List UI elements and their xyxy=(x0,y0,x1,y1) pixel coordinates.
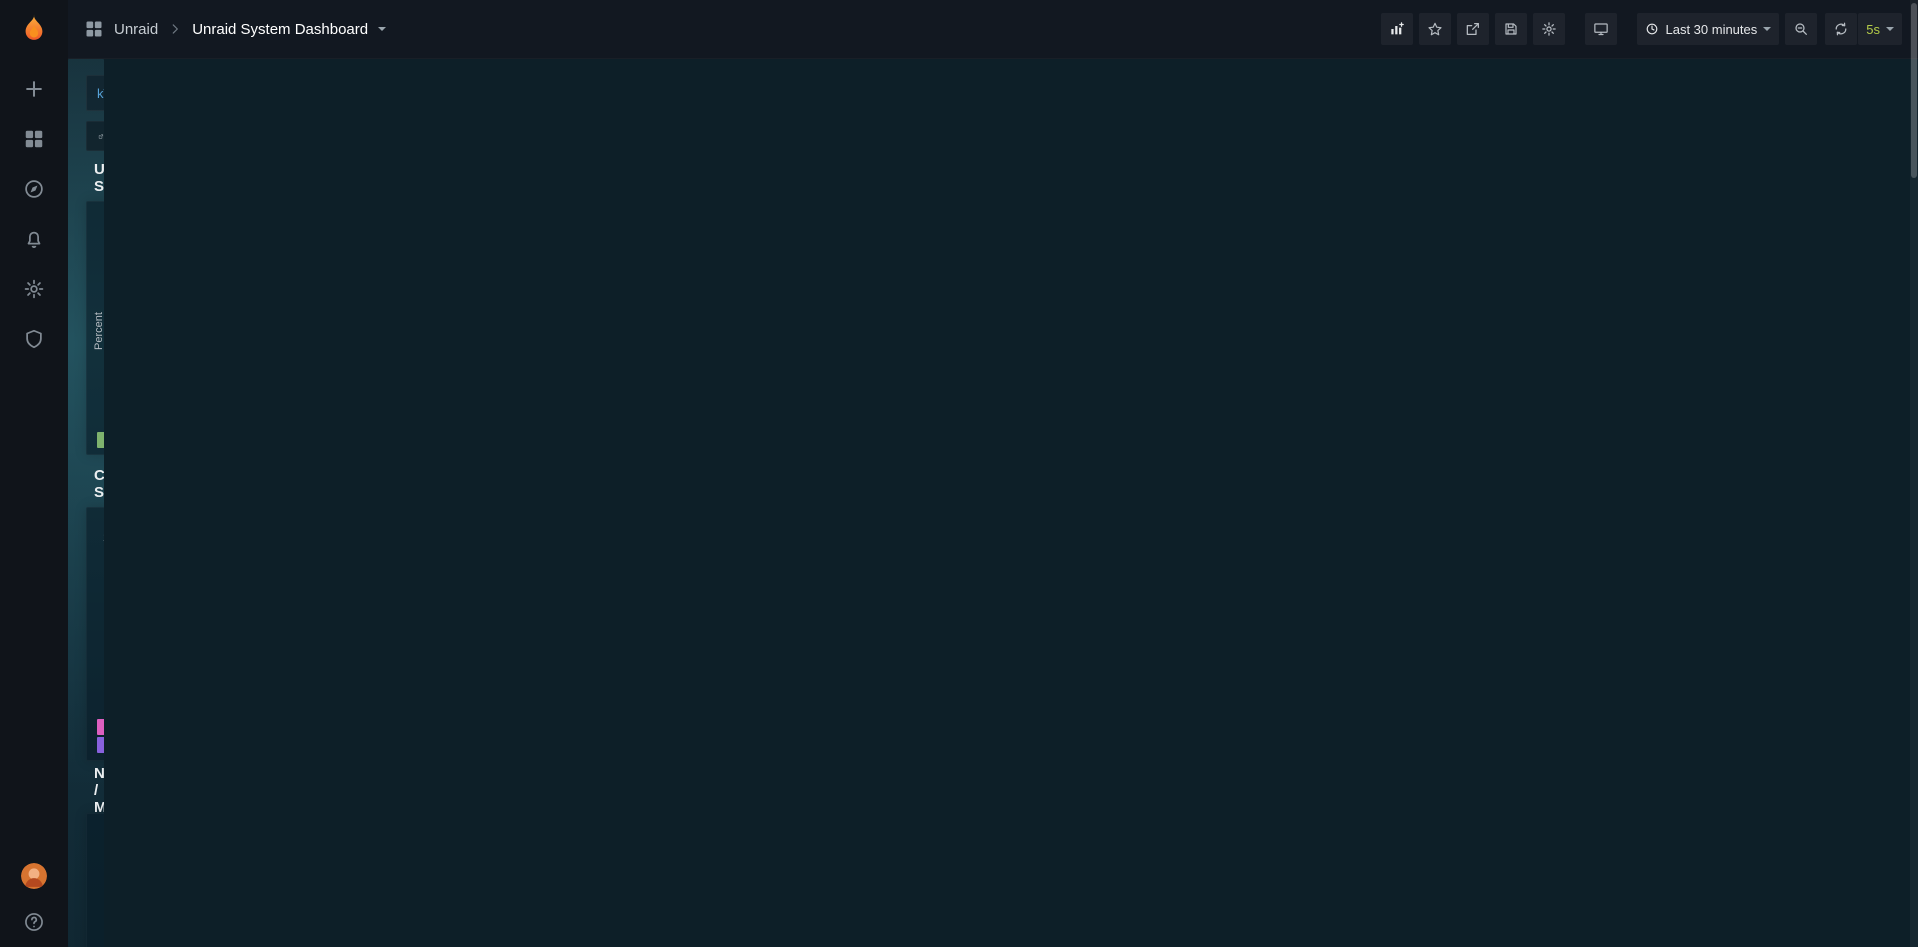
refresh-icon xyxy=(1833,21,1849,37)
variable-label: kWh Price xyxy=(97,86,104,101)
dashboard-canvas: kWh Price 0.65 Currency kr UPS Max Outpu… xyxy=(68,59,104,947)
refresh-interval-label: 5s xyxy=(1866,22,1880,37)
alerting-bell-icon[interactable] xyxy=(23,228,45,250)
add-panel-button[interactable] xyxy=(1381,13,1413,45)
section-title: UPS Stats xyxy=(94,161,104,195)
legend-series-color xyxy=(97,737,104,753)
scrollbar-thumb[interactable] xyxy=(1911,3,1917,178)
zoom-out-time-button[interactable] xyxy=(1785,13,1817,45)
sidebar xyxy=(0,0,68,947)
dashboard-grid-icon[interactable] xyxy=(84,19,104,39)
help-question-icon[interactable] xyxy=(23,911,45,933)
explore-compass-icon[interactable] xyxy=(23,178,45,200)
section-title: CPU Stats xyxy=(94,467,104,501)
caret-down-icon xyxy=(1886,27,1894,31)
create-plus-icon[interactable] xyxy=(23,78,45,100)
y-axis-ticks: 0%50%100% xyxy=(91,538,104,701)
refresh-button[interactable] xyxy=(1825,13,1857,45)
chart-legend: avgcurrentCore 620%30%Core 722%30% xyxy=(87,701,104,760)
user-avatar[interactable] xyxy=(21,863,47,889)
add-panel-icon xyxy=(1389,21,1405,37)
panel-network: Network Last 30 minutes 2.0 MBs4.0 MBs6.… xyxy=(86,813,104,947)
axis-tick-label: 100% xyxy=(103,532,104,544)
refresh-interval-picker[interactable]: 5s xyxy=(1858,13,1902,45)
gear-icon xyxy=(1541,21,1557,37)
top-navbar: Unraid Unraid System Dashboard Last 30 m… xyxy=(68,0,1918,59)
grafana-logo-icon[interactable] xyxy=(16,12,52,48)
dashboard-title[interactable]: Unraid System Dashboard xyxy=(192,21,368,38)
dashboards-icon[interactable] xyxy=(23,128,45,150)
breadcrumb: Unraid Unraid System Dashboard xyxy=(84,19,386,39)
y-axis-ticks: 2.0 MBs4.0 MBs6.0 MBs xyxy=(91,844,104,947)
time-range-label: Last 30 minutes xyxy=(1665,22,1757,37)
server-admin-shield-icon[interactable] xyxy=(23,328,45,350)
caret-down-icon xyxy=(1763,27,1771,31)
zoom-out-icon xyxy=(1793,21,1809,37)
configuration-gear-icon[interactable] xyxy=(23,278,45,300)
legend-series-color xyxy=(97,432,104,448)
panel-cpu1: CPU 1 Last 30 minutes 0%50%100% 19:5019:… xyxy=(86,507,104,761)
breadcrumb-folder[interactable]: Unraid xyxy=(114,21,158,38)
star-dashboard-button[interactable] xyxy=(1419,13,1451,45)
tv-mode-button[interactable] xyxy=(1585,13,1617,45)
dashboard-settings-button[interactable] xyxy=(1533,13,1565,45)
chevron-right-icon xyxy=(168,22,182,36)
legend-series-color xyxy=(97,719,104,735)
panel-ups-load: UPS Load % Last 12 hours Percent 15%20%2… xyxy=(86,201,104,455)
share-dashboard-button[interactable] xyxy=(1457,13,1489,45)
star-icon xyxy=(1427,21,1443,37)
y-axis-title: Percent xyxy=(91,232,104,430)
time-range-picker[interactable]: Last 30 minutes xyxy=(1637,13,1779,45)
monitor-icon xyxy=(1593,21,1609,37)
clock-icon xyxy=(1645,22,1659,36)
caret-down-icon[interactable] xyxy=(378,27,386,31)
save-dashboard-button[interactable] xyxy=(1495,13,1527,45)
variable-kwh-price[interactable]: kWh Price 0.65 xyxy=(86,75,104,111)
external-link-icon xyxy=(98,130,104,143)
save-icon xyxy=(1503,21,1519,37)
grafana-app: Unraid Unraid System Dashboard Last 30 m… xyxy=(0,0,1918,947)
share-icon xyxy=(1465,21,1481,37)
page-scrollbar xyxy=(1910,0,1918,947)
link-grafana-plex-theme[interactable]: Grafana Plex Theme xyxy=(86,121,104,151)
section-title: Network / Memory xyxy=(94,765,104,816)
chart-legend: UPS LoadMin: 17% Max: 32% Avg: 20%WattsM… xyxy=(87,430,104,454)
